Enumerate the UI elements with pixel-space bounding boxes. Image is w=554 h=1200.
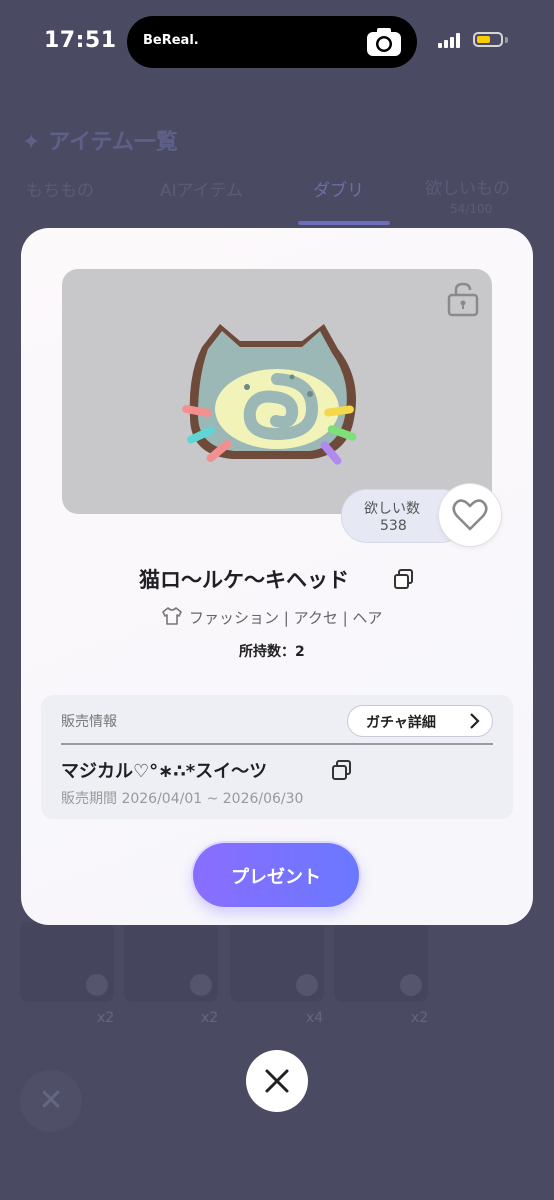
copy-icon[interactable]: [393, 568, 415, 590]
item-image: [62, 269, 492, 514]
tab-wishlist[interactable]: 欲しいもの: [425, 174, 510, 199]
heart-icon: [452, 499, 488, 531]
background-page-title: ✦ アイテム一覧: [22, 130, 178, 155]
tab-duplicates[interactable]: ダブリ: [313, 176, 364, 201]
item-count: x2: [411, 1010, 429, 1026]
item-detail-modal: 欲しい数 538 猫ロ〜ルケ〜キヘッド ファッション | アクセ | ヘア 所持…: [21, 228, 533, 925]
sale-period: 販売期間 2026/04/01 ~ 2026/06/30: [61, 791, 304, 807]
gacha-detail-label: ガチャ詳細: [366, 715, 436, 731]
lock-icon: [190, 974, 212, 996]
unlock-icon[interactable]: [446, 281, 480, 317]
copy-icon[interactable]: [331, 759, 353, 781]
camera-icon: [367, 28, 401, 56]
lock-icon: [86, 974, 108, 996]
wish-count: 538: [380, 518, 407, 534]
item-count: x4: [306, 1010, 324, 1026]
wishlist-count: 54/100: [450, 202, 493, 216]
background-item-card[interactable]: [230, 922, 324, 1002]
shirt-icon: [162, 607, 182, 625]
background-item-card[interactable]: [334, 922, 428, 1002]
lock-icon: [296, 974, 318, 996]
tab-ai-items[interactable]: AIアイテム: [160, 176, 243, 201]
background-item-card[interactable]: [124, 922, 218, 1002]
present-button[interactable]: プレゼント: [193, 843, 359, 907]
close-icon: [265, 1069, 289, 1093]
close-button[interactable]: [246, 1050, 308, 1112]
island-app-label: BeReal.: [143, 33, 199, 48]
item-category: ファッション | アクセ | ヘア: [189, 609, 383, 627]
battery-cap: [505, 37, 508, 43]
present-button-label: プレゼント: [231, 867, 321, 888]
wish-label: 欲しい数: [364, 501, 420, 517]
gacha-name: マジカル♡°∗∴*スイ〜ツ: [61, 761, 268, 782]
signal-icon: [438, 33, 464, 48]
gacha-detail-button[interactable]: ガチャ詳細: [347, 705, 493, 737]
item-count: x2: [201, 1010, 219, 1026]
sale-info-panel: 販売情報 ガチャ詳細 マジカル♡°∗∴*スイ〜ツ 販売期間 2026/04/01…: [41, 695, 513, 819]
item-count: x2: [97, 1010, 115, 1026]
divider: [61, 743, 493, 745]
status-time: 17:51: [44, 28, 117, 53]
chevron-right-icon: [470, 713, 480, 729]
tab-mochimono[interactable]: もちもの: [26, 176, 94, 201]
sale-info-label: 販売情報: [61, 714, 117, 730]
lock-icon: [400, 974, 422, 996]
status-bar: 17:51 BeReal.: [0, 0, 554, 84]
dynamic-island[interactable]: BeReal.: [127, 16, 417, 68]
wish-heart-button[interactable]: [439, 484, 501, 546]
item-name: 猫ロ〜ルケ〜キヘッド: [139, 568, 349, 592]
battery-icon: [473, 32, 503, 47]
background-item-card[interactable]: [20, 922, 114, 1002]
background-close-icon: ✕: [20, 1070, 82, 1132]
owned-count: 所持数：2: [239, 644, 305, 660]
active-tab-indicator: [298, 221, 390, 225]
cat-roll-cake-head-illustration: [182, 324, 357, 465]
